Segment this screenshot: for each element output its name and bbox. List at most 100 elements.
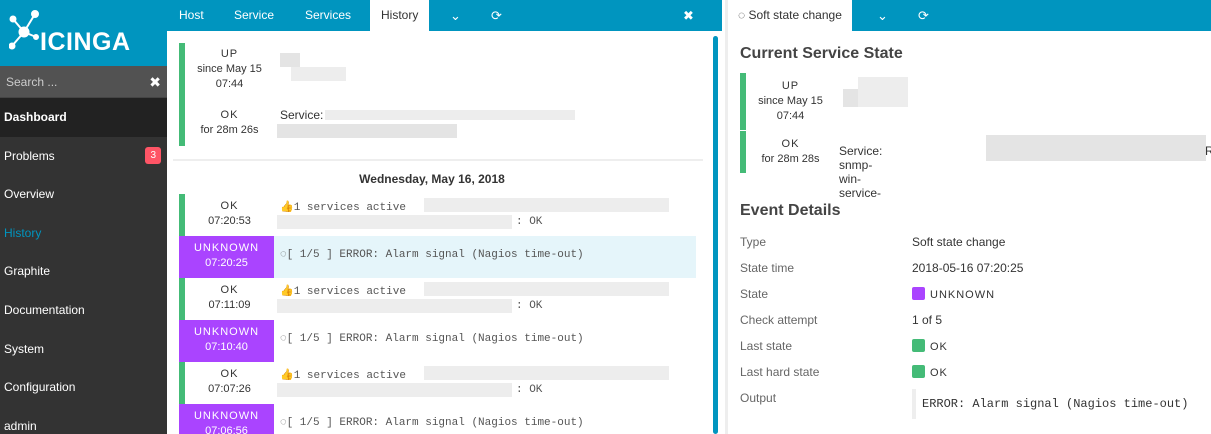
search-input[interactable] (0, 66, 145, 98)
history-event[interactable]: UNKNOWN 07:10:40 ◌[ 1/5 ] ERROR: Alarm si… (179, 320, 696, 362)
event-state: OK (220, 200, 239, 212)
nav-problems[interactable]: Problems 3 (0, 137, 167, 176)
tab-host[interactable]: Host (179, 0, 204, 31)
detail-key: Output (740, 391, 777, 405)
history-event[interactable]: OK 07:07:26 👍1 services active : OK (179, 362, 696, 404)
event-state-box: OK 07:07:26 (179, 362, 274, 404)
tab-history[interactable]: History (370, 0, 430, 31)
spinner-icon: ◌ (280, 417, 287, 429)
redacted-text (986, 135, 1206, 161)
event-state: UNKNOWN (193, 410, 260, 422)
service-state-box: OK for 28m 26s (179, 102, 274, 146)
history-event-selected[interactable]: UNKNOWN 07:20:25 ◌[ 1/5 ] ERROR: Alarm si… (179, 236, 696, 278)
service-duration: for 28m 28s (761, 153, 820, 165)
refresh-icon[interactable]: ⟳ (918, 0, 929, 31)
event-time: 07:20:25 (205, 257, 248, 269)
detail-key: State time (740, 261, 795, 275)
ok-swatch-icon (912, 339, 925, 352)
event-message: 👍1 services active (280, 284, 406, 298)
redacted-text (277, 299, 512, 313)
tab-service[interactable]: Service (234, 0, 274, 31)
event-time: 07:06:56 (205, 425, 248, 434)
search-bar: ✖ (0, 66, 167, 98)
clear-search-icon[interactable]: ✖ (149, 74, 161, 91)
event-line1: [ 1/5 ] ERROR: Alarm signal (Nagios time… (286, 333, 584, 345)
redacted-text (291, 67, 346, 81)
detail-value: OK (912, 339, 948, 353)
spinner-icon: ◌ (280, 333, 287, 345)
nav-label: History (4, 225, 42, 240)
nav-documentation[interactable]: Documentation (0, 291, 167, 330)
event-time: 07:20:53 (208, 215, 251, 227)
history-event[interactable]: OK 07:11:09 👍1 services active : OK (179, 278, 696, 320)
ok-swatch-icon (912, 365, 925, 378)
event-state-box: OK 07:20:53 (179, 194, 274, 236)
redacted-text (277, 124, 457, 138)
event-time: 07:07:26 (208, 383, 251, 395)
event-state: UNKNOWN (193, 242, 260, 254)
host-state: UP (781, 80, 800, 92)
event-message: ◌[ 1/5 ] ERROR: Alarm signal (Nagios tim… (280, 417, 584, 429)
nav-admin[interactable]: admin (0, 407, 167, 434)
host-state: UP (220, 48, 239, 60)
nav-system[interactable]: System (0, 330, 167, 369)
nav-configuration[interactable]: Configuration (0, 368, 167, 407)
service-state-box: OK for 28m 28s (740, 131, 835, 173)
service-prefix: Service: (280, 108, 324, 122)
history-event[interactable]: OK 07:20:53 👍1 services active : OK (179, 194, 696, 236)
thumbs-up-icon: 👍 (280, 286, 294, 298)
scrollbar[interactable] (713, 36, 718, 434)
detail-key: Check attempt (740, 313, 818, 327)
detail-value: 1 of 5 (912, 313, 943, 327)
event-line2: : OK (516, 384, 543, 396)
service-prefix: Service: snmp-win-service- (839, 144, 883, 200)
event-state: UNKNOWN (193, 326, 260, 338)
nav-dashboard[interactable]: Dashboard (0, 98, 167, 137)
detail-key: State (740, 287, 769, 301)
unknown-swatch-icon (912, 287, 925, 300)
close-icon[interactable]: ✖ (683, 0, 694, 31)
event-message: 👍1 services active (280, 200, 406, 214)
tab-services[interactable]: Services (305, 0, 351, 31)
host-since: since May 15 (758, 95, 823, 107)
event-line1: 1 services active (293, 202, 406, 214)
redacted-text (424, 366, 669, 380)
day-heading: Wednesday, May 16, 2018 (359, 172, 505, 186)
nav-label: Overview (4, 187, 55, 202)
icinga-logo-icon (9, 10, 39, 50)
history-event[interactable]: UNKNOWN 07:06:56 ◌[ 1/5 ] ERROR: Alarm si… (179, 404, 696, 434)
event-details-heading: Event Details (740, 202, 841, 219)
nav-label: admin (4, 418, 37, 433)
detail-value: UNKNOWN (912, 287, 995, 301)
divider (173, 159, 703, 161)
redacted-text (277, 383, 512, 397)
event-state-box: UNKNOWN 07:20:25 (179, 236, 274, 278)
nav-overview[interactable]: Overview (0, 175, 167, 214)
service-suffix: R (1205, 144, 1211, 158)
service-state: OK (220, 109, 239, 121)
tab-soft-state-change[interactable]: ◌ Soft state change (728, 0, 852, 31)
current-state-heading: Current Service State (740, 45, 903, 62)
detail-key: Last state (740, 339, 793, 353)
sidebar: ICINGA ✖ Dashboard Problems 3 Overview Hi… (0, 0, 167, 434)
chevron-down-icon[interactable]: ⌄ (877, 0, 888, 31)
state-label: OK (930, 341, 948, 353)
event-message: ◌[ 1/5 ] ERROR: Alarm signal (Nagios tim… (280, 249, 584, 261)
redacted-text (280, 53, 300, 67)
state-label: UNKNOWN (930, 289, 996, 301)
nav-label: Documentation (4, 302, 85, 317)
event-line1: [ 1/5 ] ERROR: Alarm signal (Nagios time… (286, 417, 584, 429)
logo[interactable]: ICINGA (0, 0, 167, 66)
redacted-text (277, 215, 512, 229)
event-time: 07:10:40 (205, 341, 248, 353)
nav-history[interactable]: History (0, 214, 167, 253)
refresh-icon[interactable]: ⟳ (491, 0, 502, 31)
thumbs-up-icon: 👍 (280, 202, 294, 214)
nav-graphite[interactable]: Graphite (0, 252, 167, 291)
event-state: OK (220, 284, 239, 296)
event-line1: [ 1/5 ] ERROR: Alarm signal (Nagios time… (286, 249, 584, 261)
chevron-down-icon[interactable]: ⌄ (450, 0, 461, 31)
nav-label: Graphite (4, 264, 51, 279)
event-state-box: UNKNOWN 07:10:40 (179, 320, 274, 362)
plugin-output: ERROR: Alarm signal (Nagios time-out) (912, 389, 1188, 419)
